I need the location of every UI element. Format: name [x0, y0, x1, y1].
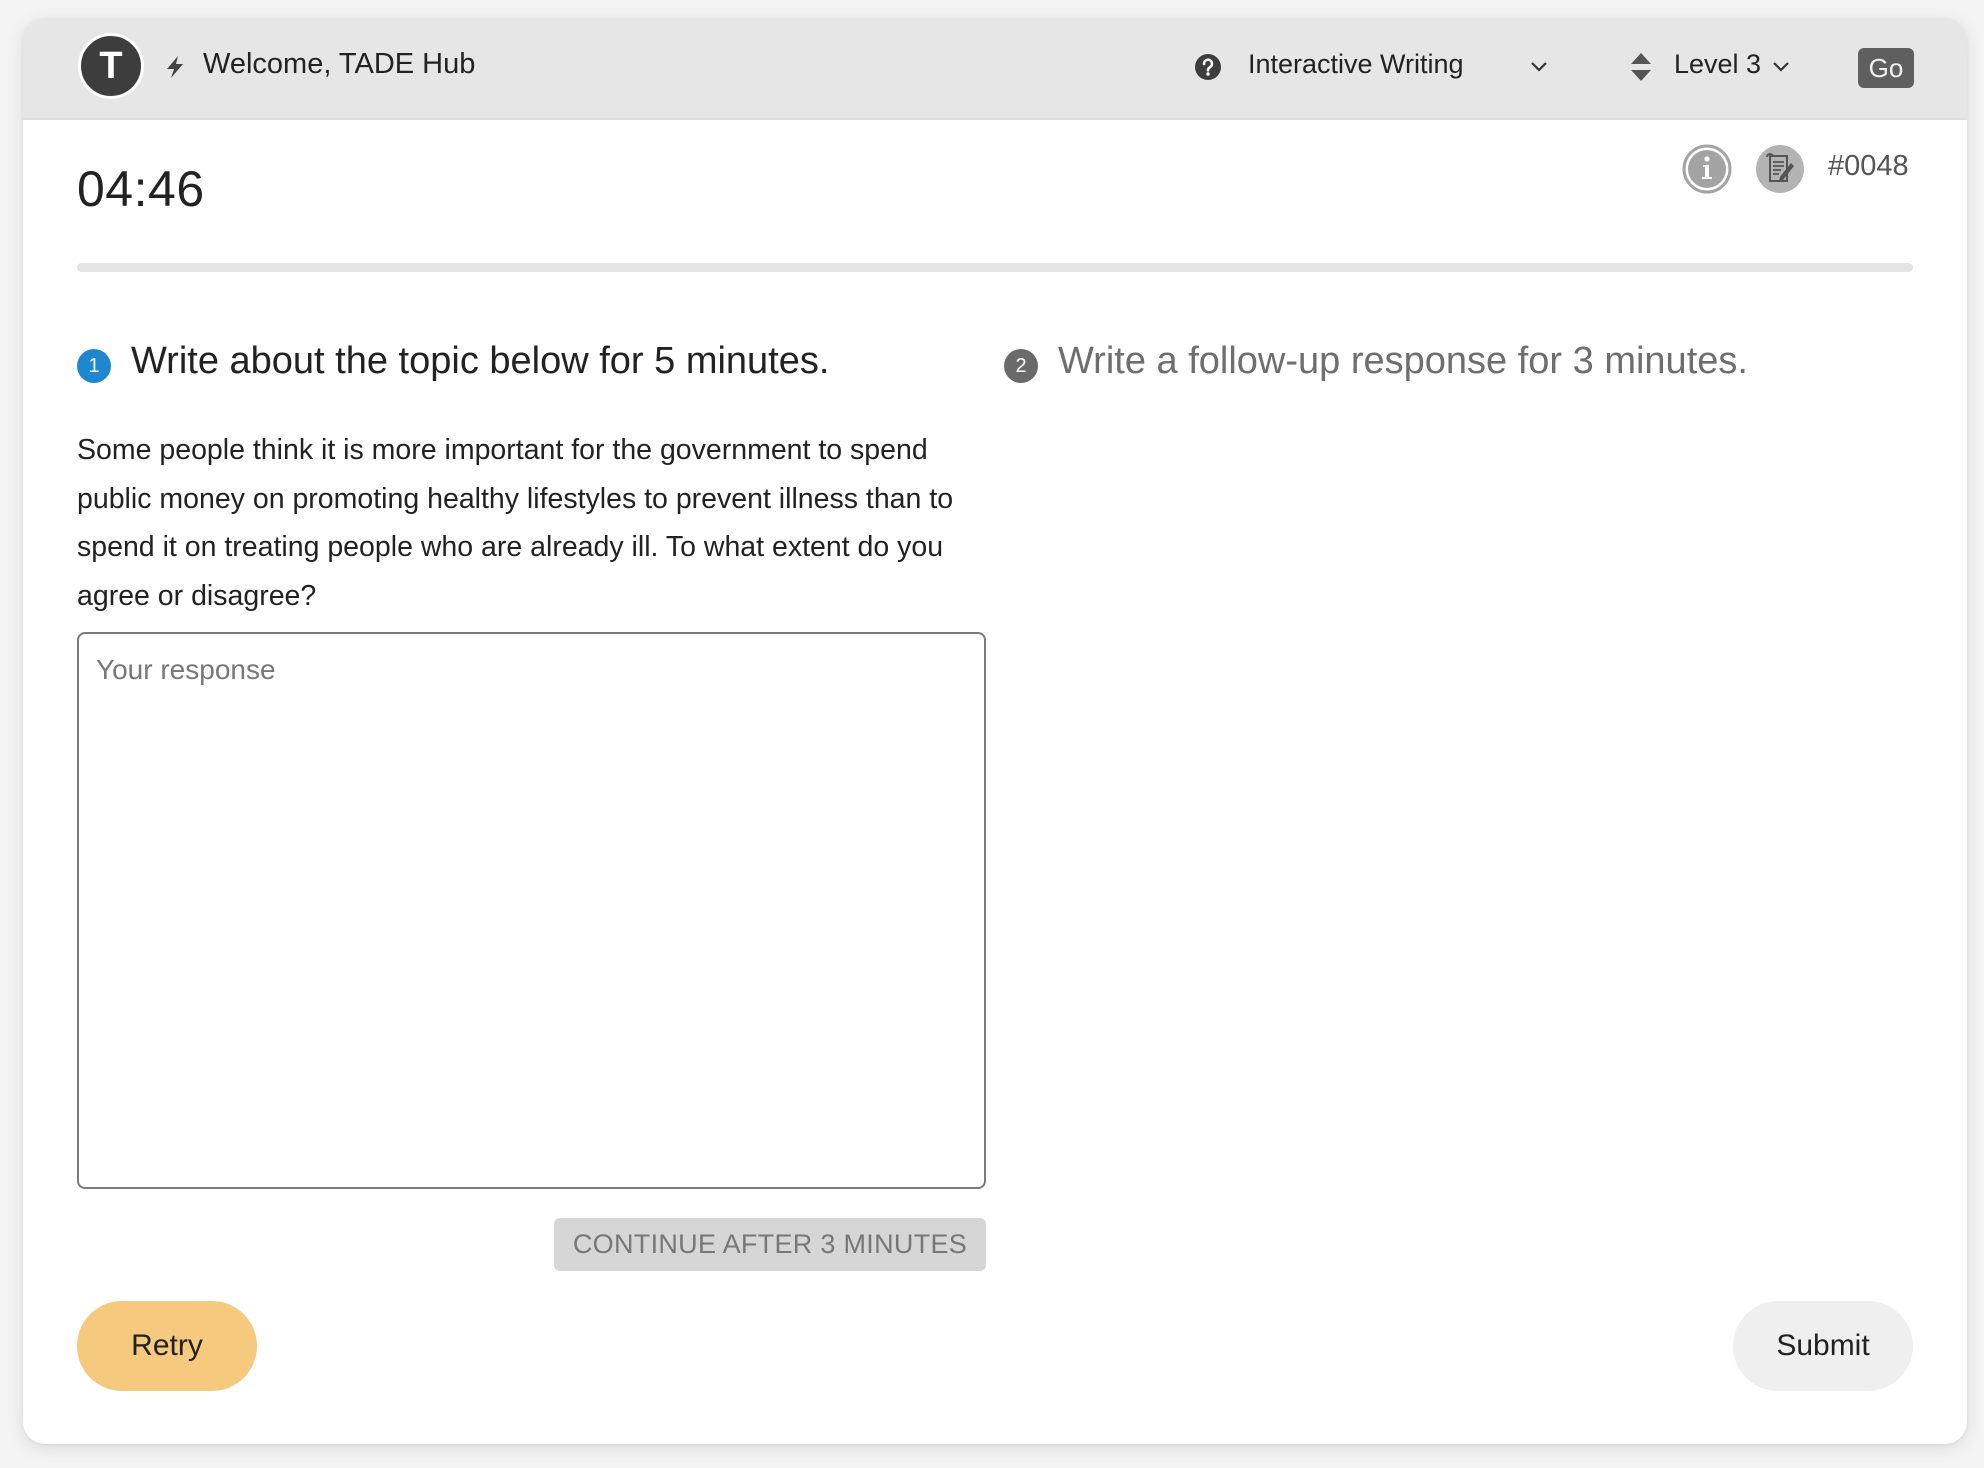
continue-button[interactable]: CONTINUE AFTER 3 MINUTES: [554, 1218, 986, 1271]
retry-button[interactable]: Retry: [77, 1301, 257, 1391]
chevron-down-icon[interactable]: [1770, 58, 1792, 74]
task-type-select[interactable]: Interactive Writing: [1248, 49, 1464, 80]
step-2-badge: 2: [1004, 349, 1038, 383]
level-select[interactable]: Level 3: [1674, 49, 1761, 80]
step-1-badge: 1: [77, 349, 111, 383]
response-textarea[interactable]: [77, 632, 986, 1189]
go-button[interactable]: Go: [1858, 48, 1914, 88]
notes-icon[interactable]: [1755, 144, 1805, 194]
submit-button[interactable]: Submit: [1733, 1301, 1913, 1391]
help-icon[interactable]: [1194, 53, 1222, 81]
top-bar: T Welcome, TADE Hub Interactive Writing …: [23, 18, 1967, 120]
writing-prompt: Some people think it is more important f…: [77, 434, 954, 612]
writing-task-card: T Welcome, TADE Hub Interactive Writing …: [23, 18, 1967, 1444]
step-1-title: Write about the topic below for 5 minute…: [131, 340, 830, 382]
welcome-text: Welcome, TADE Hub: [203, 48, 476, 80]
lightning-icon: [167, 56, 183, 78]
countdown-timer: 04:46: [77, 161, 205, 217]
info-icon[interactable]: [1682, 144, 1732, 194]
step-2-title: Write a follow-up response for 3 minutes…: [1058, 340, 1748, 382]
chevron-down-icon[interactable]: [1528, 58, 1550, 74]
sort-arrows-icon: [1631, 53, 1651, 81]
timer-progress-bar: [77, 263, 1913, 272]
avatar[interactable]: T: [78, 33, 144, 99]
question-id: #0048: [1828, 150, 1909, 182]
